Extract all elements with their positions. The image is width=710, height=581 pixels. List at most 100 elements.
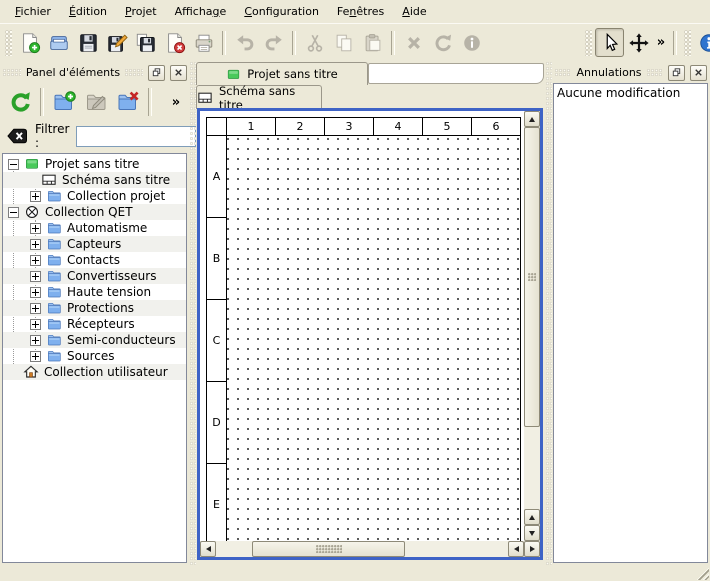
project-tab-label: Projet sans titre [247,67,337,81]
new-category-button[interactable] [48,86,80,118]
row-headers: ABCDE [207,136,227,541]
toolbar-extension-chevron[interactable]: » [653,35,669,50]
cut-button[interactable] [300,28,329,57]
float-panel-button[interactable] [668,65,685,81]
elements-panel-titlebar[interactable]: Panel d'éléments [0,62,190,81]
close-panel-button[interactable] [170,65,187,81]
collapse-minus-icon[interactable] [8,159,19,170]
undo-history-item[interactable]: Aucune modification [554,84,707,101]
redo-button[interactable] [259,28,288,57]
tree-item-sources[interactable]: Sources [3,348,186,364]
menu-configuration[interactable]: Configuration [235,2,328,21]
tree-item-haute-tension[interactable]: Haute tension [3,284,186,300]
tree-item-projet-sans-titre[interactable]: Projet sans titre [3,156,186,172]
folder-delete-icon [116,90,140,114]
info-gray-icon [461,32,483,54]
menu-affichage[interactable]: Affichage [166,2,236,21]
expand-plus-icon[interactable] [30,319,41,330]
scroll-down-button[interactable] [524,525,540,541]
collapse-minus-icon[interactable] [8,207,19,218]
new-document-button[interactable] [15,28,44,57]
expand-plus-icon[interactable] [30,287,41,298]
rotate-button[interactable] [428,28,457,57]
undo-button[interactable] [230,28,259,57]
menu-aide[interactable]: Aide [393,2,435,21]
diagram-canvas[interactable]: 123456 ABCDE [200,111,524,541]
elements-panel-dock: Panel d'éléments » Filtrer : Projet sans… [0,62,190,565]
scroll-up-button[interactable] [524,111,540,127]
scroll-left-button-2[interactable] [508,541,524,557]
folder-icon [46,284,62,300]
column-header-cell: 1 [227,118,276,135]
expand-plus-icon[interactable] [30,239,41,250]
element-infos-button[interactable] [457,28,486,57]
expand-plus-icon[interactable] [30,223,41,234]
scroll-right-button[interactable] [524,541,540,557]
clear-filter-button[interactable] [6,126,28,146]
save-as-button[interactable] [102,28,131,57]
close-panel-button[interactable] [690,65,707,81]
save-all-button[interactable] [131,28,160,57]
tree-item-semi-conducteurs[interactable]: Semi-conducteurs [3,332,186,348]
expand-plus-icon[interactable] [30,255,41,266]
tree-item-protections[interactable]: Protections [3,300,186,316]
tab-project[interactable]: Projet sans titre [196,62,368,85]
tree-item-capteurs[interactable]: Capteurs [3,236,186,252]
horizontal-scroll-thumb[interactable] [252,541,405,557]
expand-plus-icon[interactable] [30,191,41,202]
selection-mode-button[interactable] [595,28,624,57]
tree-item-collection-qet[interactable]: Collection QET [3,204,186,220]
folder-icon [46,316,62,332]
cursor-arrow-icon [599,32,621,54]
copy-button[interactable] [329,28,358,57]
toolbar-grip[interactable] [5,30,12,56]
tree-item-label: Collection utilisateur [44,365,168,379]
cut-icon [304,32,326,54]
tree-item-recepteurs[interactable]: Récepteurs [3,316,186,332]
tree-item-schema-sans-titre[interactable]: Schéma sans titre [3,172,186,188]
menu-fenetres[interactable]: Fenêtres [328,2,393,21]
delete-category-button[interactable] [112,86,144,118]
tree-item-contacts[interactable]: Contacts [3,252,186,268]
paste-button[interactable] [358,28,387,57]
tree-item-collection-utilisateur[interactable]: Collection utilisateur [3,364,186,380]
scroll-up-button-2[interactable] [524,509,540,525]
expand-plus-icon[interactable] [30,335,41,346]
about-qet-button[interactable] [694,28,710,57]
menu-fichier[interactable]: Fichier [6,2,60,21]
undo-history-list[interactable]: Aucune modification [553,83,708,563]
close-document-button[interactable] [160,28,189,57]
reload-collections-button[interactable] [4,86,36,118]
menu-edition[interactable]: Édition [60,2,116,21]
delete-button[interactable] [399,28,428,57]
toolbar-separator [673,31,677,55]
menu-projet[interactable]: Projet [116,2,166,21]
toolbar-separator [40,88,44,116]
toolbar-grip[interactable] [684,30,691,56]
tree-item-collection-projet[interactable]: Collection projet [3,188,186,204]
expand-plus-icon[interactable] [30,351,41,362]
horizontal-scrollbar[interactable] [200,541,540,557]
tab-bar-empty-area [368,63,544,84]
edit-category-button[interactable] [80,86,112,118]
column-header-cell: 4 [374,118,423,135]
open-document-button[interactable] [44,28,73,57]
toolbar-extension-chevron[interactable]: » [168,95,184,110]
tree-item-automatisme[interactable]: Automatisme [3,220,186,236]
undo-panel-titlebar[interactable]: Annulations [552,62,710,81]
toolbar-grip[interactable] [585,30,592,56]
vertical-scroll-thumb[interactable] [524,127,540,427]
paste-icon [362,32,384,54]
expand-plus-icon[interactable] [30,271,41,282]
filter-input[interactable] [76,126,196,147]
float-panel-button[interactable] [148,65,165,81]
tab-diagram[interactable]: Schéma sans titre [196,85,322,109]
print-button[interactable] [189,28,218,57]
resize-grip[interactable] [695,566,709,580]
pan-mode-button[interactable] [624,28,653,57]
vertical-scrollbar[interactable] [524,111,540,541]
scroll-left-button[interactable] [200,541,216,557]
save-button[interactable] [73,28,102,57]
tree-item-convertisseurs[interactable]: Convertisseurs [3,268,186,284]
expand-plus-icon[interactable] [30,303,41,314]
